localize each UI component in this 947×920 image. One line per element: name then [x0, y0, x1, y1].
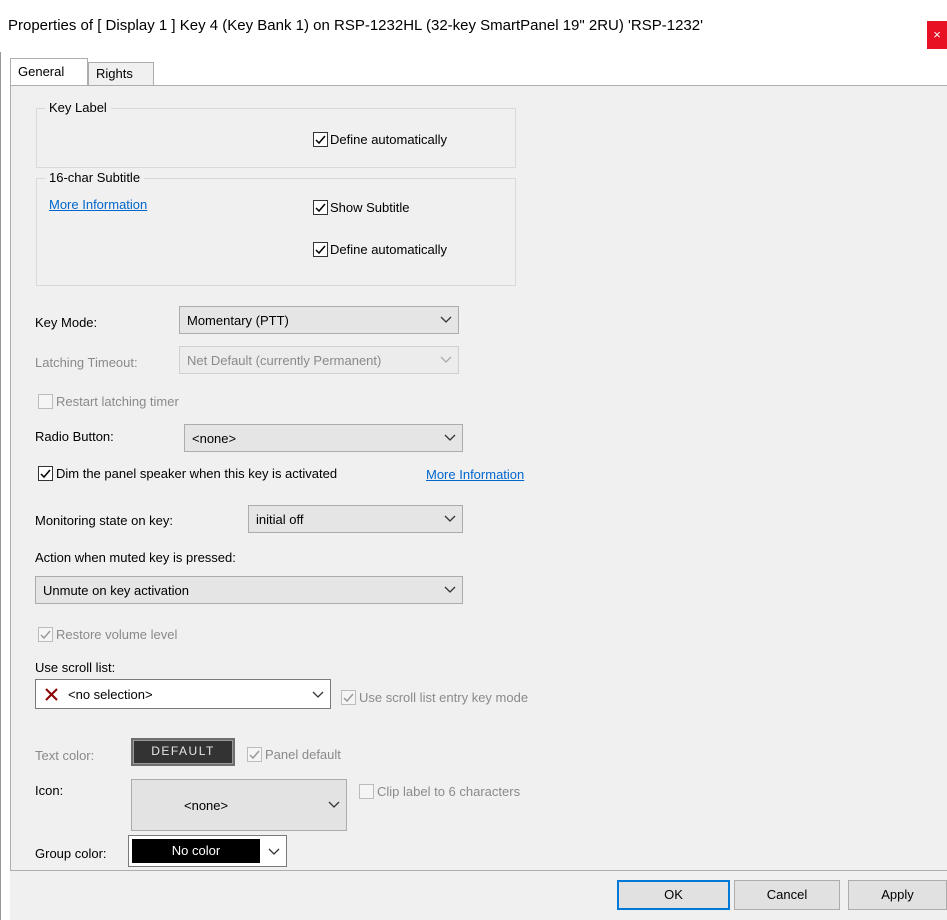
tab-rights[interactable]: Rights	[88, 62, 154, 85]
key-label-group: Key Label Define automatically	[36, 100, 516, 168]
checkmark-icon	[315, 245, 326, 255]
checkmark-icon	[315, 203, 326, 213]
chevron-down-icon	[444, 515, 456, 522]
group-color-swatch: No color	[132, 839, 260, 863]
tab-general[interactable]: General	[10, 58, 88, 85]
chevron-down-icon	[444, 434, 456, 441]
cancel-button[interactable]: Cancel	[734, 880, 840, 910]
subtitle-group-title: 16-char Subtitle	[45, 170, 145, 186]
panel-default-checkbox[interactable]	[247, 747, 262, 762]
group-color-label: Group color:	[35, 846, 107, 861]
tab-strip: General Rights	[10, 58, 947, 86]
dialog-footer: OK Cancel Apply	[10, 871, 947, 920]
key-mode-label: Key Mode:	[35, 315, 98, 330]
clip-label-checkbox[interactable]	[359, 784, 374, 799]
radio-button-select[interactable]: <none>	[184, 424, 463, 452]
monitoring-state-value: initial off	[256, 512, 304, 527]
monitoring-state-label: Monitoring state on key:	[35, 513, 174, 528]
checkmark-icon	[249, 750, 260, 760]
cross-icon	[45, 688, 58, 701]
general-panel: Key Label Define automatically 16-char S…	[10, 85, 947, 871]
dim-speaker-checkbox[interactable]	[38, 466, 53, 481]
dim-speaker-label[interactable]: Dim the panel speaker when this key is a…	[56, 466, 337, 482]
chevron-down-icon	[328, 801, 340, 808]
chevron-down-icon	[312, 691, 324, 698]
restore-volume-checkbox[interactable]	[38, 627, 53, 642]
icon-value: <none>	[184, 798, 229, 813]
apply-button[interactable]: Apply	[848, 880, 947, 910]
subtitle-more-info-link[interactable]: More Information	[49, 197, 147, 213]
latching-timeout-value: Net Default (currently Permanent)	[187, 353, 382, 368]
title-bar: Properties of [ Display 1 ] Key 4 (Key B…	[0, 0, 947, 52]
subtitle-group: 16-char Subtitle More Information Show S…	[36, 170, 516, 286]
checkmark-icon	[343, 693, 354, 703]
show-subtitle-checkbox[interactable]	[313, 200, 328, 215]
text-color-label: Text color:	[35, 748, 95, 763]
scroll-list-label: Use scroll list:	[35, 660, 116, 675]
group-color-select[interactable]: No color	[128, 835, 287, 867]
show-subtitle-label[interactable]: Show Subtitle	[330, 200, 410, 216]
key-label-group-title: Key Label	[45, 100, 111, 116]
key-label-define-auto-checkbox[interactable]	[313, 132, 328, 147]
scroll-list-select[interactable]: <no selection>	[35, 679, 331, 709]
muted-action-label: Action when muted key is pressed:	[35, 550, 236, 565]
muted-action-select[interactable]: Unmute on key activation	[35, 576, 463, 604]
scroll-list-value: <no selection>	[68, 687, 153, 702]
ok-button[interactable]: OK	[617, 880, 730, 910]
chevron-down-icon	[440, 316, 452, 323]
key-mode-select[interactable]: Momentary (PTT)	[179, 306, 459, 334]
text-color-button-label: DEFAULT	[151, 744, 215, 758]
text-color-button[interactable]: DEFAULT	[131, 738, 235, 766]
chevron-down-icon	[444, 586, 456, 593]
checkmark-icon	[315, 135, 326, 145]
panel-default-label[interactable]: Panel default	[265, 747, 341, 763]
group-color-value: No color	[171, 843, 221, 858]
checkmark-icon	[40, 469, 51, 479]
subtitle-define-auto-label[interactable]: Define automatically	[330, 242, 447, 258]
window-title: Properties of [ Display 1 ] Key 4 (Key B…	[8, 17, 703, 34]
radio-button-label: Radio Button:	[35, 429, 114, 444]
window-border	[0, 52, 1, 920]
chevron-down-icon	[268, 848, 280, 855]
scroll-list-entry-mode-checkbox[interactable]	[341, 690, 356, 705]
close-button[interactable]: ×	[927, 21, 947, 49]
restore-volume-label[interactable]: Restore volume level	[56, 627, 177, 643]
latching-timeout-label: Latching Timeout:	[35, 355, 138, 370]
subtitle-define-auto-checkbox[interactable]	[313, 242, 328, 257]
radio-button-value: <none>	[192, 431, 237, 446]
dim-speaker-more-info-link[interactable]: More Information	[426, 467, 524, 483]
latching-timeout-select[interactable]: Net Default (currently Permanent)	[179, 346, 459, 374]
muted-action-value: Unmute on key activation	[43, 583, 189, 598]
restart-latching-checkbox[interactable]	[38, 394, 53, 409]
icon-select[interactable]: <none>	[131, 779, 347, 831]
checkmark-icon	[40, 630, 51, 640]
scroll-list-entry-mode-label[interactable]: Use scroll list entry key mode	[359, 690, 528, 706]
chevron-down-icon	[440, 356, 452, 363]
key-label-define-auto-label[interactable]: Define automatically	[330, 132, 447, 148]
monitoring-state-select[interactable]: initial off	[248, 505, 463, 533]
icon-label: Icon:	[35, 783, 64, 798]
restart-latching-label[interactable]: Restart latching timer	[56, 394, 179, 410]
key-mode-value: Momentary (PTT)	[187, 313, 289, 328]
clip-label-label[interactable]: Clip label to 6 characters	[377, 784, 520, 800]
